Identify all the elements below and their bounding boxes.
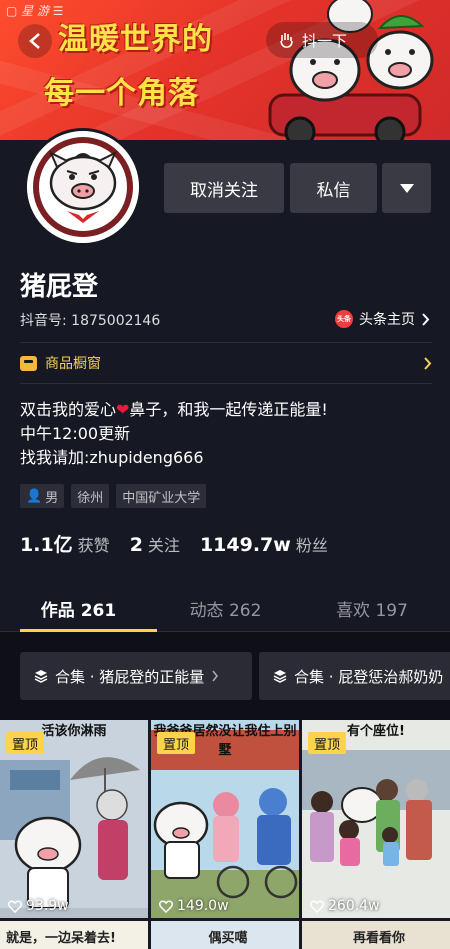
banner-cartoon-art bbox=[268, 0, 434, 140]
douyin-id: 抖音号: 1875002146 bbox=[20, 313, 161, 329]
shop-label: 商品橱窗 bbox=[45, 356, 101, 372]
tag-gender-label: 男 bbox=[45, 490, 59, 506]
shake-button-label: 抖一下 bbox=[302, 31, 348, 50]
video-likes-count: 93.9w bbox=[26, 898, 69, 914]
video-likes: 149.0w bbox=[159, 898, 229, 914]
fans-count[interactable]: 1149.7w bbox=[200, 534, 291, 556]
heart-outline-icon bbox=[310, 899, 324, 913]
chevron-left-icon bbox=[29, 33, 40, 49]
bio-line1a: 双击我的爱心 bbox=[20, 400, 117, 419]
video-likes: 260.4w bbox=[310, 898, 380, 914]
hand-wave-icon bbox=[280, 33, 293, 48]
layers-icon bbox=[273, 670, 287, 683]
collection-card[interactable]: 合集 · 屁登惩治郝奶奶 bbox=[259, 652, 450, 700]
toutiao-link-label: 头条主页 bbox=[359, 312, 415, 328]
unfollow-button[interactable]: 取消关注 bbox=[164, 163, 284, 213]
pinned-badge: 置顶 bbox=[157, 732, 196, 754]
pinned-badge: 置顶 bbox=[6, 732, 45, 754]
tag-school: 中国矿业大学 bbox=[116, 484, 207, 508]
tab-dynamics[interactable]: 动态 262 bbox=[157, 582, 294, 631]
tab-works[interactable]: 作品 261 bbox=[0, 582, 157, 632]
video-likes-count: 260.4w bbox=[328, 898, 380, 914]
pinned-badge: 置顶 bbox=[308, 732, 347, 754]
video-likes: 93.9w bbox=[8, 898, 69, 914]
video-grid: 活该你淋雨 置顶 93.9w 我爸爸居然没让我住上别墅 置顶 149.0w 有个… bbox=[0, 720, 450, 949]
video-thumbnail[interactable]: 活该你淋雨 置顶 93.9w bbox=[0, 720, 148, 918]
profile-bio: 双击我的爱心❤鼻子，和我一起传递正能量! 中午12:00更新 找我请加:zhup… bbox=[20, 398, 328, 470]
product-showcase-row[interactable]: 商品橱窗 bbox=[20, 342, 432, 384]
avatar[interactable] bbox=[24, 128, 142, 246]
likes-count: 1.1亿 bbox=[20, 534, 73, 556]
layers-icon bbox=[34, 670, 48, 683]
tab-likes[interactable]: 喜欢 197 bbox=[294, 582, 450, 631]
video-thumbnail[interactable]: 就是，一边呆着去! bbox=[0, 921, 148, 949]
watermark: ▢ 星 游 ☰ bbox=[6, 4, 64, 18]
shake-button[interactable]: 抖一下 bbox=[266, 22, 378, 58]
chevron-right-icon bbox=[212, 670, 219, 682]
collection-card[interactable]: 合集 · 猪屁登的正能量 bbox=[20, 652, 252, 700]
male-icon: 👤 bbox=[26, 488, 43, 504]
message-button[interactable]: 私信 bbox=[290, 163, 377, 213]
video-thumbnail[interactable]: 有个座位! 置顶 260.4w bbox=[302, 720, 450, 918]
bio-line2: 中午12:00更新 bbox=[20, 424, 131, 443]
collection-title: 合集 · 猪屁登的正能量 bbox=[55, 667, 205, 686]
fans-label[interactable]: 粉丝 bbox=[296, 532, 328, 556]
collections-strip: 合集 · 猪屁登的正能量 合集 · 屁登惩治郝奶奶 bbox=[0, 632, 450, 720]
profile-stats: 1.1亿 获赞 2 关注 1149.7w 粉丝 bbox=[20, 530, 348, 557]
more-options-button[interactable] bbox=[382, 163, 431, 213]
video-likes-count: 149.0w bbox=[177, 898, 229, 914]
video-thumbnail[interactable]: 我爸爸居然没让我住上别墅 置顶 149.0w bbox=[151, 720, 299, 918]
tag-location: 徐州 bbox=[71, 484, 110, 508]
video-thumbnail[interactable]: 偶买噶 bbox=[151, 921, 299, 949]
heart-outline-icon bbox=[8, 899, 22, 913]
bio-line1b: 鼻子，和我一起传递正能量! bbox=[129, 400, 328, 419]
chevron-right-icon bbox=[424, 356, 432, 370]
likes-label: 获赞 bbox=[77, 536, 110, 555]
profile-banner: ▢ 星 游 ☰ 温暖世界的 每一个角落 抖一下 bbox=[0, 0, 450, 140]
banner-slogan-line2: 每一个角落 bbox=[44, 76, 199, 111]
profile-name: 猪屁登 bbox=[20, 272, 99, 302]
banner-slogan-line1: 温暖世界的 bbox=[58, 22, 213, 57]
following-label[interactable]: 关注 bbox=[148, 532, 180, 556]
back-button[interactable] bbox=[18, 24, 52, 58]
toutiao-logo-icon: 头条 bbox=[335, 310, 353, 328]
heart-icon: ❤ bbox=[116, 400, 130, 419]
bio-line3: 找我请加:zhupideng666 bbox=[20, 448, 204, 467]
video-thumbnail[interactable]: 再看看你 bbox=[302, 921, 450, 949]
heart-outline-icon bbox=[159, 899, 173, 913]
following-count[interactable]: 2 bbox=[130, 534, 143, 556]
pig-avatar-image bbox=[27, 131, 139, 243]
profile-tabs: 作品 261 动态 262 喜欢 197 bbox=[0, 582, 450, 632]
shop-icon bbox=[20, 355, 37, 371]
toutiao-home-link[interactable]: 头条 头条主页 bbox=[335, 309, 430, 329]
tag-gender: 👤 男 bbox=[20, 484, 65, 508]
profile-tags: 👤 男 徐州 中国矿业大学 bbox=[20, 484, 207, 508]
collection-title: 合集 · 屁登惩治郝奶奶 bbox=[294, 667, 444, 686]
chevron-right-icon bbox=[422, 312, 430, 326]
caret-down-icon bbox=[399, 183, 414, 193]
